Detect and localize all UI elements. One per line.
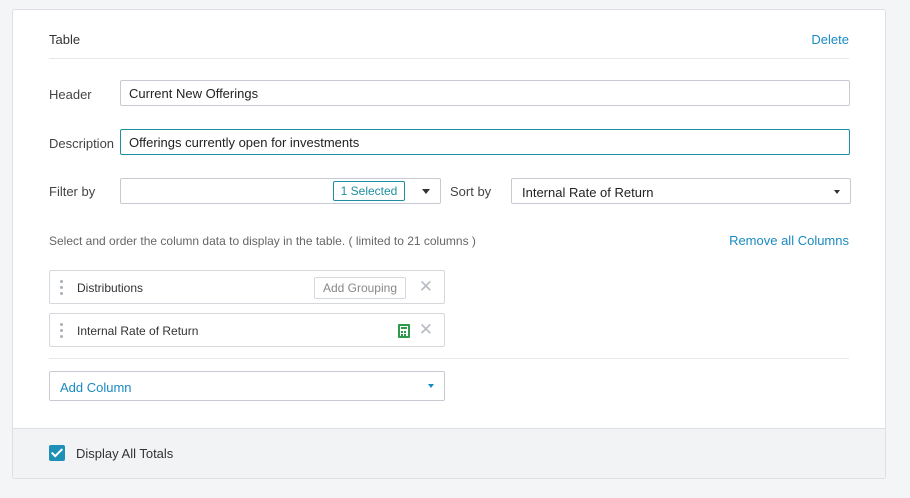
panel-header: Table Delete bbox=[49, 10, 849, 59]
description-input[interactable] bbox=[120, 129, 850, 155]
description-label: Description bbox=[49, 136, 115, 151]
sort-label: Sort by bbox=[450, 184, 492, 199]
panel-footer: Display All Totals bbox=[13, 428, 885, 478]
drag-handle-icon[interactable] bbox=[60, 280, 64, 296]
remove-all-columns-link[interactable]: Remove all Columns bbox=[729, 233, 849, 248]
add-column-label: Add Column bbox=[60, 380, 132, 395]
add-grouping-button[interactable]: Add Grouping bbox=[313, 277, 406, 299]
column-row: Distributions Add Grouping ✕ bbox=[49, 270, 445, 304]
column-row: Internal Rate of Return ✕ bbox=[49, 313, 445, 347]
calculator-icon[interactable] bbox=[398, 324, 410, 338]
filter-selected-chip[interactable]: 1 Selected bbox=[333, 181, 405, 201]
sort-select[interactable]: Internal Rate of Return bbox=[511, 178, 851, 204]
add-column-select[interactable]: Add Column bbox=[49, 371, 445, 401]
filter-select[interactable]: 1 Selected bbox=[120, 178, 441, 204]
display-all-totals-label[interactable]: Display All Totals bbox=[76, 446, 173, 461]
header-label: Header bbox=[49, 87, 92, 102]
close-icon[interactable]: ✕ bbox=[419, 278, 433, 295]
panel-title: Table bbox=[49, 32, 81, 47]
divider bbox=[49, 358, 849, 359]
sort-selected-value: Internal Rate of Return bbox=[522, 185, 654, 200]
delete-link[interactable]: Delete bbox=[811, 32, 849, 47]
columns-hint: Select and order the column data to disp… bbox=[49, 234, 476, 248]
chevron-down-icon bbox=[422, 189, 430, 194]
chevron-down-icon bbox=[834, 190, 840, 194]
chevron-down-icon bbox=[428, 384, 434, 388]
close-icon[interactable]: ✕ bbox=[419, 321, 433, 338]
table-settings-panel: Table Delete Header Description Filter b… bbox=[12, 9, 886, 479]
column-name: Distributions bbox=[77, 281, 144, 295]
column-name: Internal Rate of Return bbox=[77, 324, 199, 338]
filter-label: Filter by bbox=[49, 184, 96, 199]
display-all-totals-checkbox[interactable] bbox=[49, 445, 65, 461]
header-input[interactable] bbox=[120, 80, 850, 106]
drag-handle-icon[interactable] bbox=[60, 323, 64, 339]
